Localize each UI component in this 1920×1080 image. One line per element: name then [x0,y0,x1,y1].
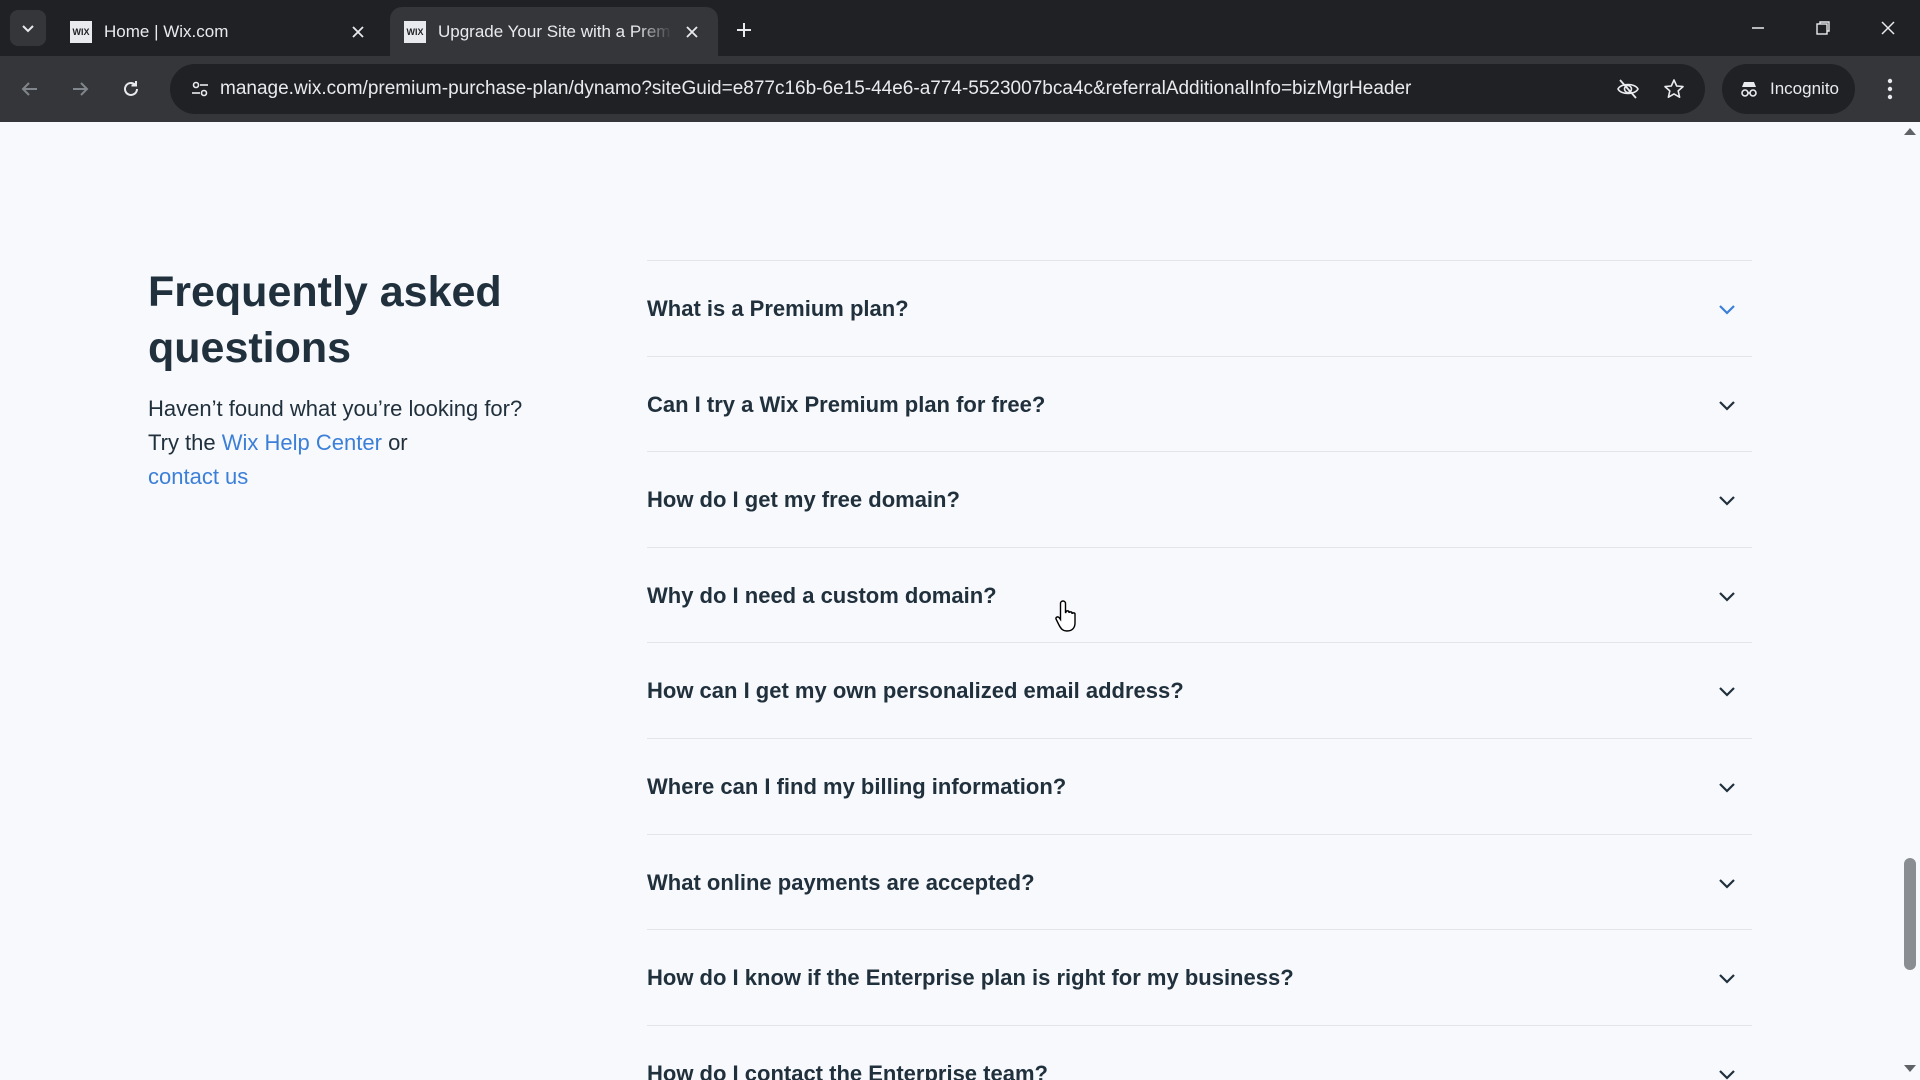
faq-item[interactable]: Can I try a Wix Premium plan for free? [647,357,1752,453]
address-bar[interactable]: manage.wix.com/premium-purchase-plan/dyn… [170,64,1705,114]
scroll-up-arrow-icon[interactable] [1904,128,1916,135]
scroll-down-arrow-icon[interactable] [1904,1065,1916,1072]
faq-question: What online payments are accepted? [647,869,1035,895]
faq-item[interactable]: How do I know if the Enterprise plan is … [647,930,1752,1026]
tab-title: Upgrade Your Site with a Premium Plan [438,21,672,41]
tab-close-button[interactable] [680,20,704,44]
faq-subtext: Haven’t found what you’re looking for? T… [148,392,528,494]
incognito-label: Incognito [1770,79,1839,98]
close-icon [1881,21,1895,35]
wix-favicon-icon: WIX [70,20,92,43]
restore-button[interactable] [1803,10,1843,46]
faq-item[interactable]: What is a Premium plan? [647,261,1752,357]
tab-search-button[interactable] [10,10,46,46]
chevron-down-icon [1719,783,1735,793]
faq-heading: Frequently asked questions [148,268,502,372]
close-window-button[interactable] [1868,10,1908,46]
new-tab-button[interactable] [728,14,760,46]
arrow-left-icon [21,82,37,96]
hand-pointer-cursor-icon [1055,600,1076,632]
chevron-down-icon [1719,305,1735,315]
chevron-down-icon [1719,687,1735,697]
faq-item[interactable]: What online payments are accepted? [647,835,1752,931]
faq-item[interactable]: How can I get my own personalized email … [647,643,1752,739]
back-button[interactable] [12,71,48,107]
chevron-down-icon [1719,974,1735,984]
faq-question: Why do I need a custom domain? [647,582,997,608]
faq-question: How do I contact the Enterprise team? [647,1060,1048,1080]
reload-icon [124,81,138,96]
chevron-down-icon [22,25,34,33]
close-icon [686,25,698,38]
tracking-protection-button[interactable] [1610,71,1646,107]
browser-toolbar: manage.wix.com/premium-purchase-plan/dyn… [0,56,1920,122]
incognito-indicator[interactable]: Incognito [1722,64,1855,114]
forward-button[interactable] [62,71,98,107]
chevron-down-icon [1719,496,1735,506]
faq-item[interactable]: Where can I find my billing information? [647,739,1752,835]
arrow-right-icon [73,82,89,96]
scrollbar-thumb[interactable] [1904,858,1916,970]
wix-favicon-icon: WIX [404,20,426,43]
chevron-down-icon [1719,1069,1735,1080]
eye-off-icon [1617,79,1639,99]
tune-icon [192,81,208,97]
faq-item[interactable]: Why do I need a custom domain? [647,548,1752,644]
more-vert-icon [1887,78,1893,100]
faq-subtext-or: or [388,430,408,455]
chevron-down-icon [1719,592,1735,602]
faq-question: How do I get my free domain? [647,487,960,513]
restore-icon [1816,21,1830,35]
incognito-icon [1741,82,1757,97]
site-info-button[interactable] [182,71,218,107]
tab-close-button[interactable] [346,20,370,44]
plus-icon [737,23,751,37]
faq-item[interactable]: How do I get my free domain? [647,452,1752,548]
minimize-button[interactable] [1738,10,1778,46]
help-center-link[interactable]: Wix Help Center [222,430,382,455]
page-content: Frequently asked questions Haven’t found… [0,122,1900,1080]
faq-question: Where can I find my billing information? [647,773,1067,799]
faq-question: How can I get my own personalized email … [647,678,1184,704]
faq-question: How do I know if the Enterprise plan is … [647,965,1294,991]
contact-us-link[interactable]: contact us [148,464,248,489]
reload-button[interactable] [113,71,149,107]
faq-question: What is a Premium plan? [647,296,909,321]
chevron-down-icon [1719,400,1735,411]
faq-list: What is a Premium plan? Can I try a Wix … [647,260,1752,1080]
tab-home[interactable]: WIX Home | Wix.com [56,7,384,56]
chevron-down-icon [1719,878,1735,889]
tab-upgrade[interactable]: WIX Upgrade Your Site with a Premium Pla… [390,7,718,56]
tab-title: Home | Wix.com [104,21,229,41]
browser-menu-button[interactable] [1872,71,1908,107]
close-icon [352,25,364,38]
faq-item[interactable]: How do I contact the Enterprise team? [647,1026,1752,1080]
faq-question: Can I try a Wix Premium plan for free? [647,391,1046,417]
star-icon [1664,79,1684,98]
minimize-icon [1752,27,1764,29]
url-text[interactable]: manage.wix.com/premium-purchase-plan/dyn… [220,64,1411,114]
bookmark-button[interactable] [1656,71,1692,107]
browser-tabstrip: WIX Home | Wix.com WIX Upgrade Your Site… [0,0,1920,56]
page-scrollbar[interactable] [1900,122,1920,1080]
